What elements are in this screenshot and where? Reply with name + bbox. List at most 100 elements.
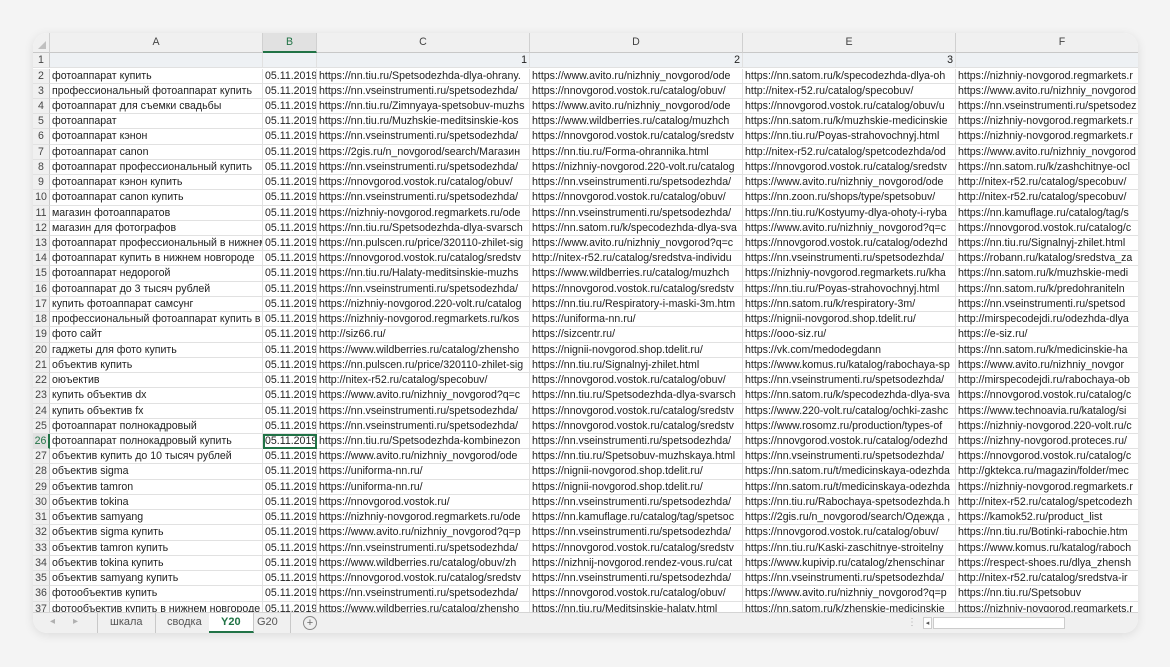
cell[interactable]: 1 <box>317 53 530 69</box>
cell[interactable]: фотоаппарат профессиональный купить <box>50 159 263 176</box>
prev-sheet-icon[interactable]: ◂ <box>50 616 55 627</box>
cell[interactable]: https://nn.kamuflage.ru/catalog/tag/spet… <box>530 510 743 526</box>
cell[interactable]: https://www.avito.ru/nizhniy_novgorod?q=… <box>743 220 956 237</box>
cell[interactable]: объектив tokina <box>50 494 263 511</box>
cell[interactable]: 05.11.2019 <box>263 373 317 389</box>
cell[interactable]: https://nnovgorod.vostok.ru/catalog/obuv… <box>743 525 956 541</box>
cell[interactable]: фотоаппарат недорогой <box>50 266 263 282</box>
cell[interactable]: объектив samyang купить <box>50 571 263 587</box>
cell[interactable]: фотоаппарат кэнон <box>50 129 263 145</box>
cell[interactable]: https://nnovgorod.vostok.ru/catalog/sred… <box>530 281 743 297</box>
cell[interactable]: 05.11.2019 <box>263 342 317 358</box>
cell[interactable]: объектив sigma купить <box>50 525 263 541</box>
cell[interactable]: https://nn.satom.ru/k/specodezhda-dlya-s… <box>530 220 743 237</box>
row-header[interactable]: 37 <box>33 601 50 612</box>
cell[interactable]: https://nn.satom.ru/k/specodezhda-dlya-s… <box>743 388 956 404</box>
cell[interactable]: объектив купить <box>50 357 263 374</box>
cell[interactable]: https://nn.tiu.ru/Zimnyaya-spetsobuv-muz… <box>317 98 530 115</box>
column-header-d[interactable]: D <box>530 33 743 53</box>
row-header[interactable]: 36 <box>33 586 50 602</box>
cell[interactable]: https://nn.vseinstrumenti.ru/spetsodezhd… <box>530 205 743 221</box>
cell[interactable]: https://nnovgorod.vostok.ru/catalog/c <box>956 388 1138 404</box>
cell[interactable]: https://nn.tiu.ru/Meditsinskie-halaty.ht… <box>530 601 743 612</box>
cell[interactable]: https://sizcentr.ru/ <box>530 327 743 343</box>
cell[interactable]: https://nnovgorod.vostok.ru/catalog/odez… <box>743 236 956 252</box>
cell[interactable]: купить объектив dx <box>50 388 263 404</box>
cell[interactable]: https://nn.tiu.ru/Poyas-strahovochnyj.ht… <box>743 129 956 145</box>
cell[interactable]: https://nizhniy-novgorod.regmarkets.ru/k… <box>317 312 530 328</box>
cell[interactable]: https://nnovgorod.vostok.ru/catalog/obuv… <box>530 83 743 99</box>
cell[interactable]: https://nnovgorod.vostok.ru/catalog/c <box>956 221 1138 237</box>
cell[interactable]: https://www.avito.ru/nizhniy_novgorod?q=… <box>317 525 530 541</box>
row-header[interactable]: 13 <box>33 236 50 252</box>
column-header-f[interactable]: F <box>956 33 1138 53</box>
active-cell[interactable]: 05.11.2019 <box>263 434 317 450</box>
cell[interactable]: https://nnovgorod.vostok.ru/catalog/obuv… <box>743 98 956 115</box>
tab-g20[interactable]: G20 <box>245 613 291 633</box>
row-header[interactable]: 34 <box>33 555 50 572</box>
cell[interactable]: https://nn.tiu.ru/Botinki-rabochie.htm <box>956 525 1138 541</box>
cell[interactable]: https://uniforma-nn.ru/ <box>530 312 743 328</box>
cell[interactable]: https://nnovgorod.vostok.ru/catalog/obuv… <box>530 190 743 206</box>
cell[interactable]: объектив samyang <box>50 510 263 526</box>
cell[interactable]: 05.11.2019 <box>263 129 317 145</box>
cell[interactable]: 05.11.2019 <box>263 510 317 526</box>
column-header-b[interactable]: B <box>263 33 317 53</box>
cell[interactable]: гаджеты для фото купить <box>50 342 263 358</box>
cell[interactable]: https://www.avito.ru/nizhniy_novgorod/od… <box>317 449 530 465</box>
row-header[interactable]: 21 <box>33 357 50 374</box>
cell[interactable]: https://vk.com/medodegdann <box>743 342 956 358</box>
cell[interactable]: 05.11.2019 <box>263 175 317 191</box>
cell[interactable]: https://www.avito.ru/nizhniy_novgorod/od… <box>530 98 743 115</box>
cell[interactable]: https://nn.vseinstrumenti.ru/spetsodezhd… <box>743 449 956 465</box>
cell[interactable]: 05.11.2019 <box>263 312 317 328</box>
cell[interactable] <box>263 53 317 69</box>
row-header[interactable]: 18 <box>33 312 50 328</box>
cell[interactable]: https://nn.satom.ru/k/respiratory-3m/ <box>743 296 956 313</box>
cell[interactable]: 05.11.2019 <box>263 281 317 297</box>
cell[interactable]: магазин фотоаппаратов <box>50 205 263 221</box>
row-header[interactable]: 1 <box>33 53 50 69</box>
cell[interactable]: 05.11.2019 <box>263 205 317 221</box>
next-sheet-icon[interactable]: ▸ <box>73 616 78 627</box>
cell[interactable]: 05.11.2019 <box>263 525 317 541</box>
cell[interactable]: https://www.kupivip.ru/catalog/zhenschin… <box>743 555 956 572</box>
cell[interactable]: 3 <box>743 53 956 69</box>
cell[interactable]: http://nitex-r52.ru/catalog/sredstva-ir <box>956 571 1138 587</box>
row-header[interactable]: 12 <box>33 220 50 237</box>
cell[interactable]: магазин для фотографов <box>50 220 263 237</box>
cell[interactable]: https://nn.vseinstrumenti.ru/spetsodezhd… <box>743 373 956 389</box>
cell[interactable]: https://nn.vseinstrumenti.ru/spetsodezhd… <box>743 251 956 267</box>
cell[interactable] <box>50 53 263 69</box>
scroll-left-icon[interactable]: ◂ <box>923 617 932 629</box>
row-header[interactable]: 23 <box>33 388 50 404</box>
cell[interactable]: https://www.komus.ru/katalog/rabochaya-s… <box>743 357 956 374</box>
cell[interactable]: https://www.avito.ru/nizhniy_novgorod/od… <box>743 175 956 191</box>
cell[interactable]: https://nizhniy-novgorod.regmarkets.r <box>956 129 1138 145</box>
cell[interactable]: 05.11.2019 <box>263 236 317 252</box>
cell[interactable]: https://nn.vseinstrumenti.ru/spetsodezhd… <box>317 281 530 297</box>
cell[interactable]: https://www.avito.ru/nizhniy_novgorod/od… <box>530 68 743 84</box>
cell[interactable]: https://www.wildberries.ru/catalog/obuv/… <box>317 555 530 572</box>
row-header[interactable]: 8 <box>33 159 50 176</box>
cell[interactable]: фото сайт <box>50 327 263 343</box>
cell[interactable]: https://nn.zoon.ru/shops/type/spetsobuv/ <box>743 190 956 206</box>
cell[interactable]: объектив купить до 10 тысяч рублей <box>50 449 263 465</box>
cell[interactable]: https://ooo-siz.ru/ <box>743 327 956 343</box>
cell[interactable]: 05.11.2019 <box>263 68 317 84</box>
cell[interactable]: https://www.avito.ru/nizhniy_novgorod?q=… <box>530 236 743 252</box>
cell[interactable]: 05.11.2019 <box>263 555 317 572</box>
cell[interactable]: https://uniforma-nn.ru/ <box>317 464 530 480</box>
cell[interactable]: купить объектив fx <box>50 403 263 419</box>
cell[interactable]: https://robann.ru/katalog/sredstva_za <box>956 251 1138 267</box>
cell[interactable]: https://www.avito.ru/nizhniy_novgorod?q=… <box>743 586 956 602</box>
cell[interactable]: https://nnovgorod.vostok.ru/catalog/sred… <box>530 129 743 145</box>
cell[interactable]: https://nn.tiu.ru/Spetsobuv-muzhskaya.ht… <box>530 449 743 465</box>
cell[interactable]: https://nn.tiu.ru/Signalnyj-zhilet.html <box>530 357 743 374</box>
cell[interactable]: фотоаппарат canon купить <box>50 190 263 206</box>
cell[interactable]: https://nn.vseinstrumenti.ru/spetsodezhd… <box>743 571 956 587</box>
cell[interactable]: профессиональный фотоаппарат купить <box>50 83 263 99</box>
cell[interactable]: 05.11.2019 <box>263 296 317 313</box>
cell[interactable]: https://nn.tiu.ru/Spetsodezhda-kombinezo… <box>317 434 530 450</box>
cell[interactable]: https://nnovgorod.vostok.ru/catalog/c <box>956 449 1138 465</box>
